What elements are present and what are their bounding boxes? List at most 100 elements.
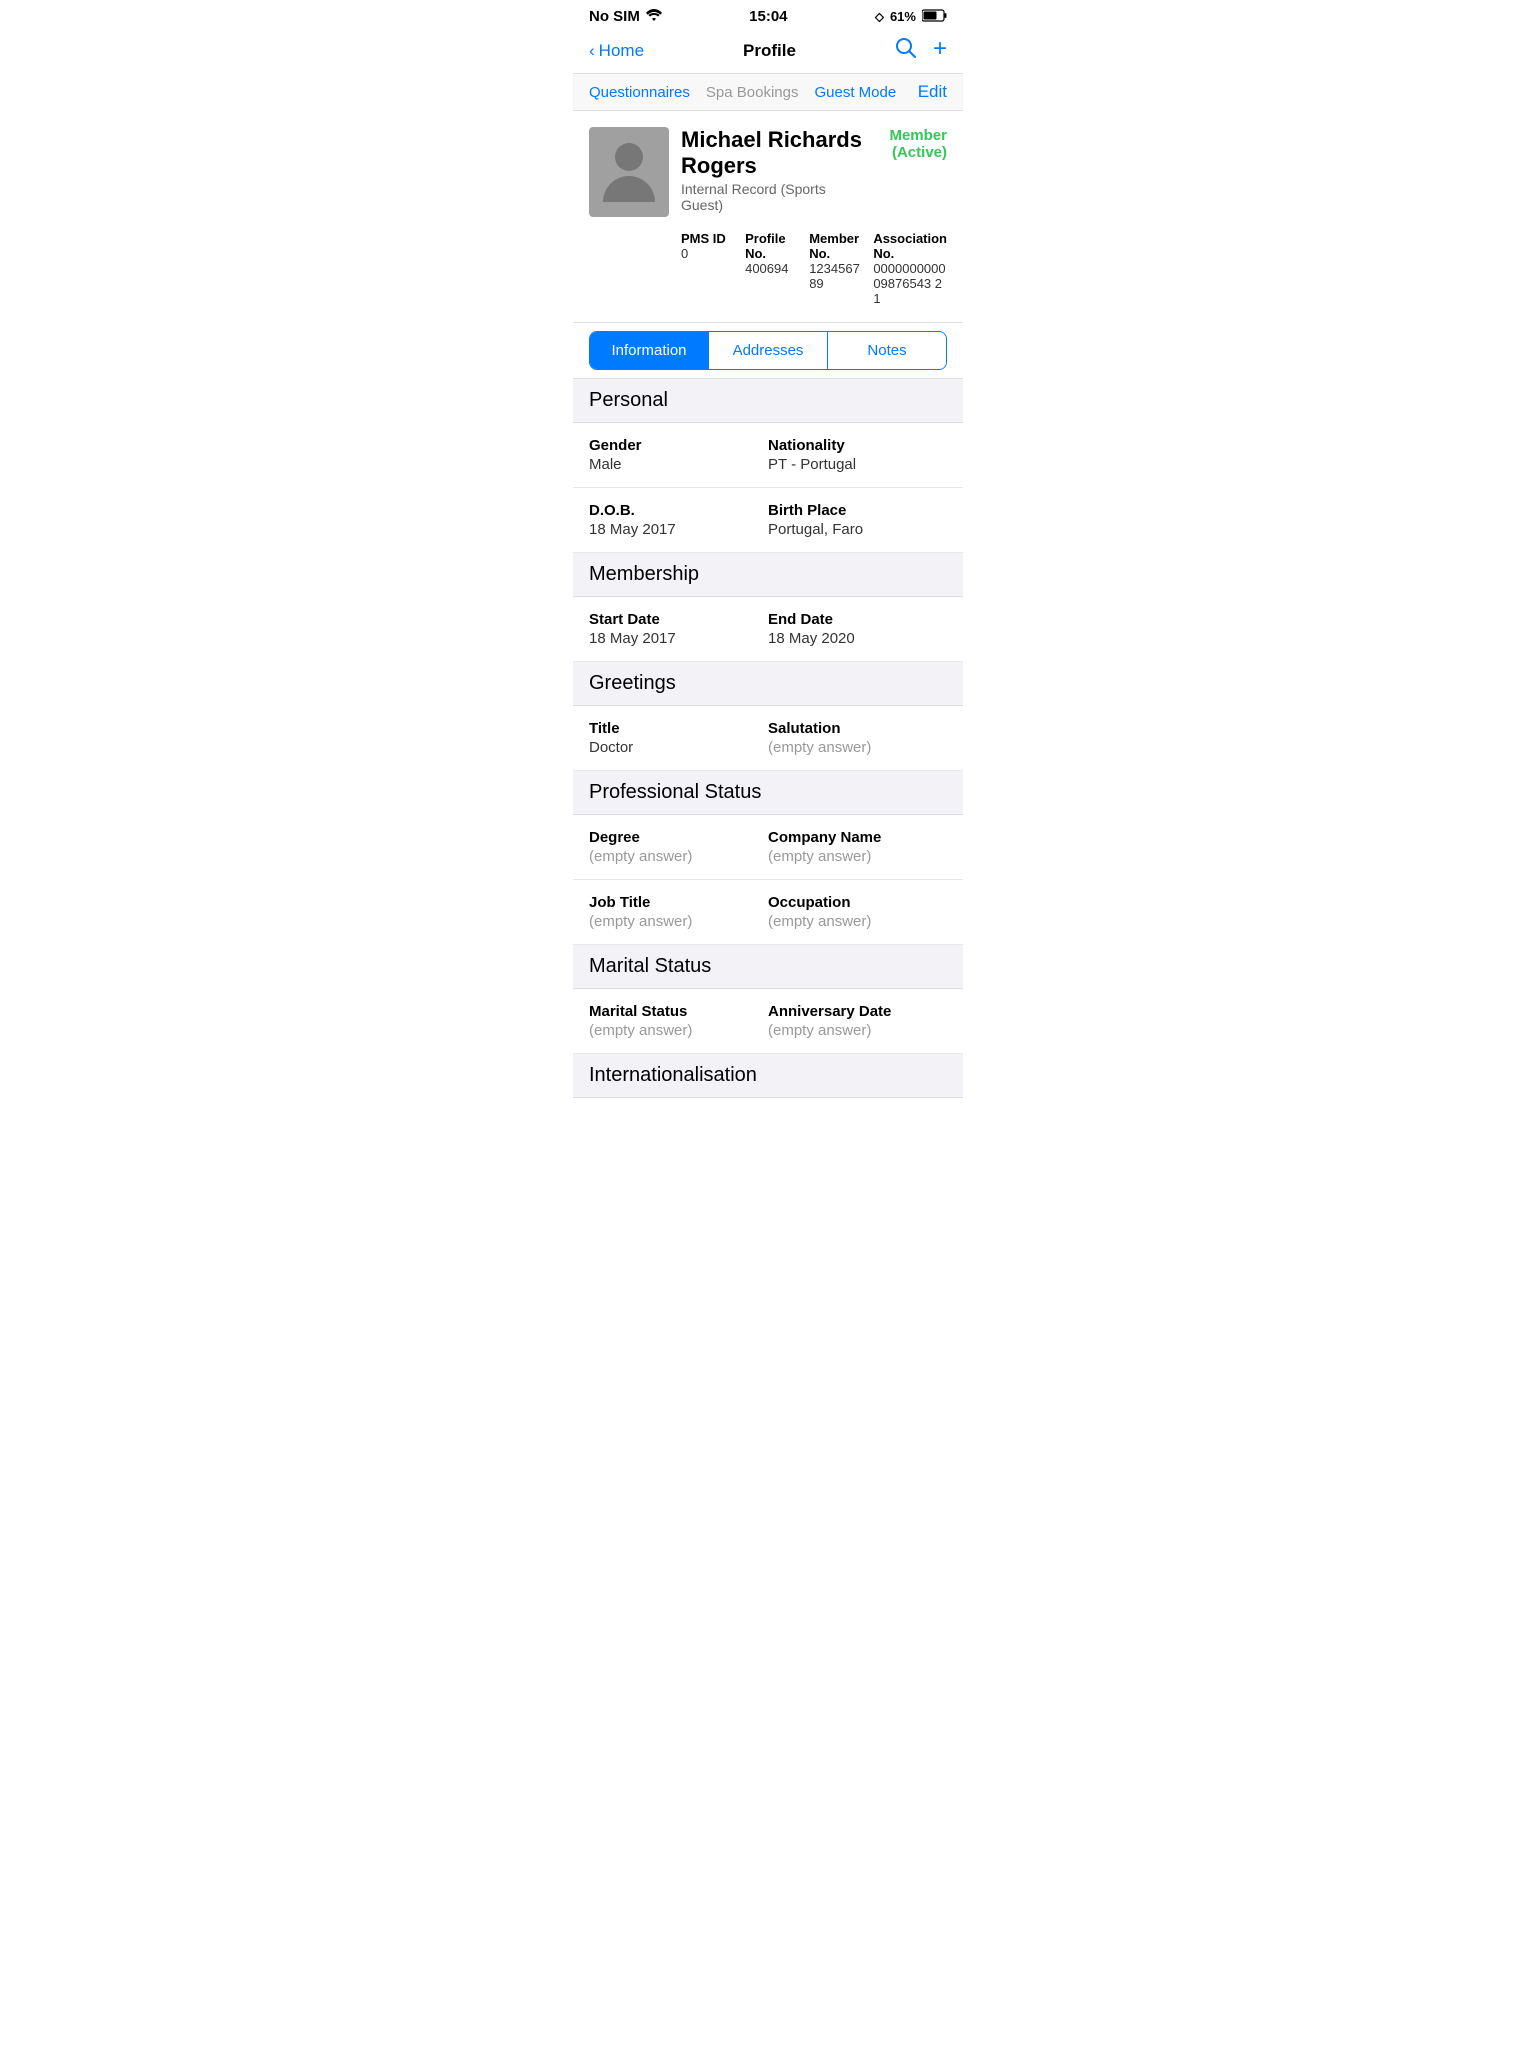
- field-value-0-1-1: Portugal, Faro: [768, 521, 947, 538]
- segment-tabs: Information Addresses Notes: [589, 331, 947, 370]
- status-left: No SIM: [589, 8, 662, 25]
- field-value-3-0-0: (empty answer): [589, 848, 768, 865]
- sub-nav: Questionnaires Spa Bookings Guest Mode E…: [573, 74, 963, 111]
- section-header-3: Professional Status: [573, 771, 963, 815]
- content-area: Personal Gender MaleNationalityPT - Portug…: [573, 379, 963, 1098]
- field-row-0-1: D.O.B. 18 May 2017Birth PlacePortugal, Fa…: [573, 488, 963, 553]
- field-row-3-1: Job Title(empty answer)Occupation (empty …: [573, 880, 963, 945]
- field-col-1-0-0: Start Date 18 May 2017: [589, 611, 768, 647]
- field-row-4-0: Marital Status(empty answer)Anniversary …: [573, 989, 963, 1054]
- field-col-4-0-0: Marital Status (empty answer): [589, 1003, 768, 1039]
- field-value-2-0-1: (empty answer): [768, 739, 947, 756]
- field-row-1-0: Start Date 18 May 2017End Date 18 May 2020: [573, 597, 963, 662]
- member-no-label: Member No.: [809, 231, 865, 261]
- field-label-3-1-1: Occupation: [768, 894, 947, 911]
- profile-subtitle: Internal Record (Sports Guest): [681, 181, 865, 213]
- sub-nav-guest-mode[interactable]: Guest Mode: [814, 84, 896, 101]
- profile-name-row: Michael Richards Rogers Internal Record …: [681, 127, 947, 223]
- segment-tab-container: Information Addresses Notes: [573, 323, 963, 379]
- field-col-0-1-0: D.O.B. 18 May 2017: [589, 502, 768, 538]
- tab-notes[interactable]: Notes: [828, 332, 946, 369]
- carrier-label: No SIM: [589, 8, 640, 25]
- field-row-3-0: Degree(empty answer)Company Name(empty a…: [573, 815, 963, 880]
- association-no-label: Association No.: [873, 231, 947, 261]
- page-title: Profile: [743, 41, 796, 61]
- tab-information[interactable]: Information: [590, 332, 709, 369]
- battery-icon: [922, 9, 947, 25]
- profile-no-value: 400694: [745, 261, 801, 276]
- pms-id-value: 0: [681, 246, 737, 261]
- field-label-2-0-1: Salutation: [768, 720, 947, 737]
- section-header-1: Membership: [573, 553, 963, 597]
- field-label-3-0-0: Degree: [589, 829, 768, 846]
- field-col-0-1-1: Birth PlacePortugal, Faro: [768, 502, 947, 538]
- field-value-0-0-0: Male: [589, 456, 768, 473]
- back-button[interactable]: ‹ Home: [589, 41, 644, 61]
- bluetooth-icon: ⬦: [875, 9, 884, 25]
- field-col-0-0-1: NationalityPT - Portugal: [768, 437, 947, 473]
- field-col-2-0-1: Salutation (empty answer): [768, 720, 947, 756]
- field-col-3-0-1: Company Name (empty answer): [768, 829, 947, 865]
- status-bar: No SIM 15:04 ⬦ 61%: [573, 0, 963, 29]
- field-value-0-1-0: 18 May 2017: [589, 521, 768, 538]
- nav-actions: +: [895, 37, 947, 65]
- field-label-4-0-1: Anniversary Date: [768, 1003, 947, 1020]
- association-no-field: Association No. 000000000009876543 21: [873, 231, 947, 306]
- field-row-0-0: Gender MaleNationalityPT - Portugal: [573, 423, 963, 488]
- field-col-4-0-1: Anniversary Date (empty answer): [768, 1003, 947, 1039]
- search-button[interactable]: [895, 37, 917, 65]
- field-label-0-1-0: D.O.B.: [589, 502, 768, 519]
- field-value-1-0-1: 18 May 2020: [768, 630, 947, 647]
- section-header-4: Marital Status: [573, 945, 963, 989]
- profile-ids: PMS ID 0 Profile No. 400694 Member No. 1…: [681, 231, 947, 306]
- edit-button[interactable]: Edit: [918, 82, 947, 102]
- field-label-1-0-0: Start Date: [589, 611, 768, 628]
- field-col-3-1-0: Job Title(empty answer): [589, 894, 768, 930]
- section-header-0: Personal: [573, 379, 963, 423]
- field-label-1-0-1: End Date: [768, 611, 947, 628]
- wifi-icon: [646, 8, 662, 25]
- status-right: ⬦ 61%: [875, 9, 947, 25]
- profile-info: Michael Richards Rogers Internal Record …: [681, 127, 947, 306]
- pms-id-label: PMS ID: [681, 231, 737, 246]
- association-no-value: 000000000009876543 21: [873, 261, 947, 306]
- field-col-2-0-0: TitleDoctor: [589, 720, 768, 756]
- profile-no-label: Profile No.: [745, 231, 801, 261]
- field-label-0-0-1: Nationality: [768, 437, 947, 454]
- field-value-3-1-1: (empty answer): [768, 913, 947, 930]
- status-time: 15:04: [749, 8, 787, 25]
- field-row-2-0: TitleDoctorSalutation (empty answer): [573, 706, 963, 771]
- profile-no-field: Profile No. 400694: [745, 231, 801, 306]
- field-value-4-0-1: (empty answer): [768, 1022, 947, 1039]
- field-col-3-1-1: Occupation (empty answer): [768, 894, 947, 930]
- add-button[interactable]: +: [933, 37, 947, 65]
- field-label-3-1-0: Job Title: [589, 894, 768, 911]
- member-no-value: 123456789: [809, 261, 865, 291]
- field-value-3-0-1: (empty answer): [768, 848, 947, 865]
- field-value-1-0-0: 18 May 2017: [589, 630, 768, 647]
- section-header-2: Greetings: [573, 662, 963, 706]
- profile-name: Michael Richards Rogers: [681, 127, 865, 179]
- field-col-0-0-0: Gender Male: [589, 437, 768, 473]
- sub-nav-spa-bookings[interactable]: Spa Bookings: [706, 84, 799, 101]
- pms-id-field: PMS ID 0: [681, 231, 737, 306]
- field-col-3-0-0: Degree (empty answer): [589, 829, 768, 865]
- field-col-1-0-1: End Date 18 May 2020: [768, 611, 947, 647]
- field-value-4-0-0: (empty answer): [589, 1022, 768, 1039]
- sub-nav-questionnaires[interactable]: Questionnaires: [589, 84, 690, 101]
- avatar: [589, 127, 669, 217]
- tab-addresses[interactable]: Addresses: [709, 332, 828, 369]
- field-label-4-0-0: Marital Status: [589, 1003, 768, 1020]
- sub-nav-items: Questionnaires Spa Bookings Guest Mode: [589, 84, 918, 101]
- member-no-field: Member No. 123456789: [809, 231, 865, 306]
- section-header-5: Internationalisation: [573, 1054, 963, 1098]
- battery-label: 61%: [890, 9, 916, 24]
- field-label-0-0-0: Gender: [589, 437, 768, 454]
- back-label: Home: [599, 41, 644, 61]
- nav-bar: ‹ Home Profile +: [573, 29, 963, 74]
- back-chevron-icon: ‹: [589, 41, 595, 61]
- field-label-3-0-1: Company Name: [768, 829, 947, 846]
- field-label-2-0-0: Title: [589, 720, 768, 737]
- profile-header: Michael Richards Rogers Internal Record …: [573, 111, 963, 323]
- member-status: Member (Active): [865, 127, 947, 161]
